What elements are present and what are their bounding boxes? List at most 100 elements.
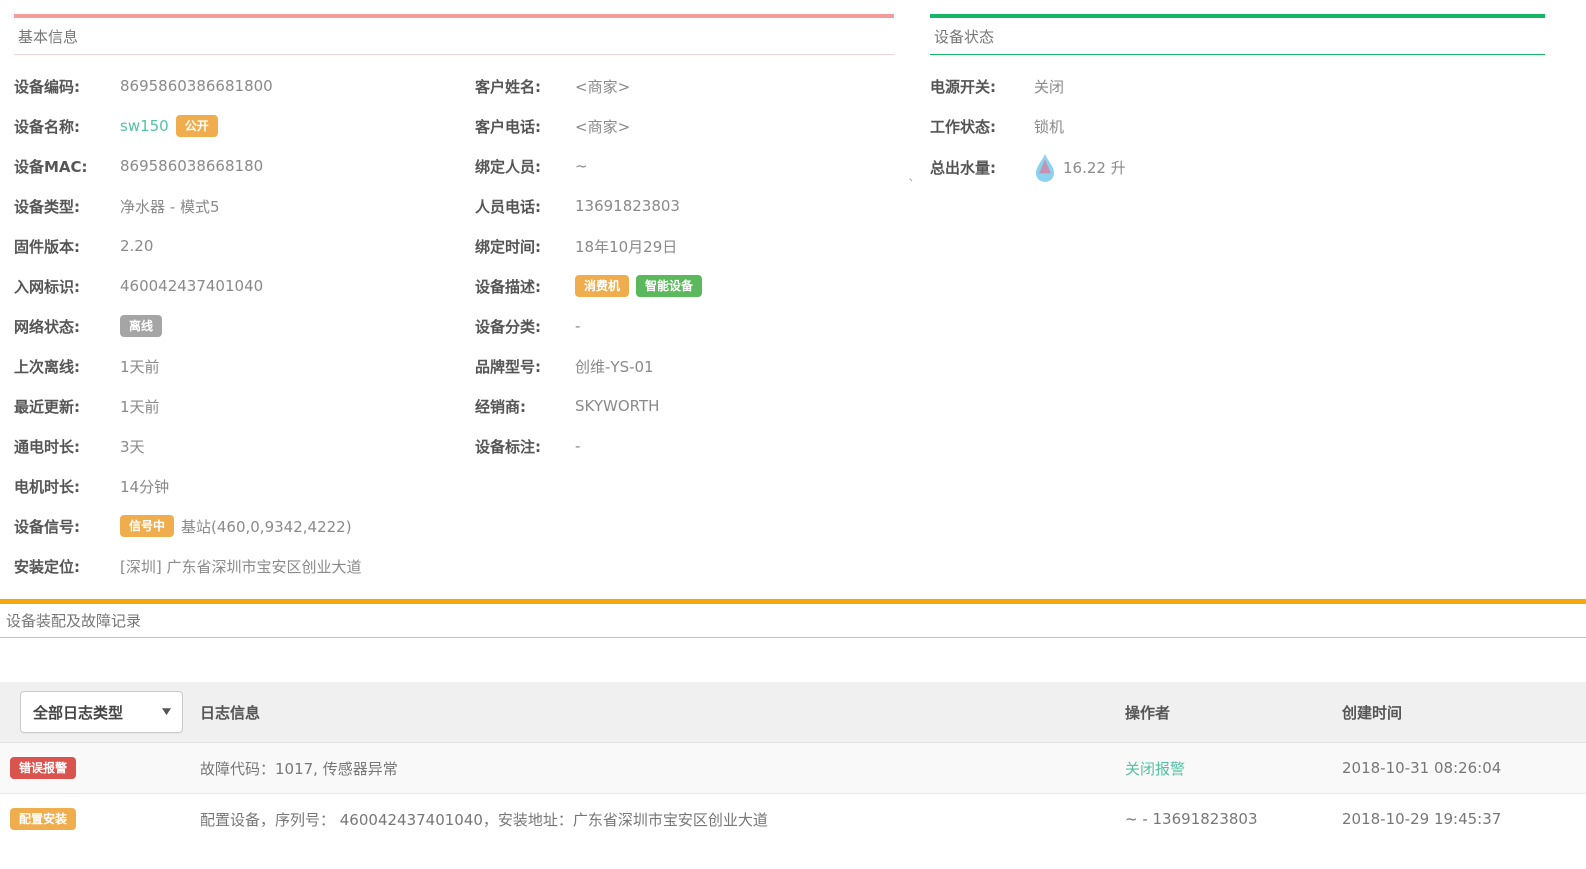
field-row: 品牌型号:创维-YS-01 bbox=[475, 353, 894, 379]
field-value: SKYWORTH bbox=[575, 397, 659, 415]
field-label: 绑定时间: bbox=[475, 236, 575, 257]
field-value-text: - bbox=[575, 317, 580, 335]
field-label: 入网标识: bbox=[14, 276, 120, 297]
field-row: 最近更新:1天前 bbox=[14, 393, 475, 419]
field-row: 设备MAC:869586038668180 bbox=[14, 153, 475, 179]
field-value: 消费机智能设备 bbox=[575, 275, 702, 297]
field-value: [深圳] 广东省深圳市宝安区创业大道 bbox=[120, 556, 361, 577]
field-row: 入网标识:460042437401040 bbox=[14, 273, 475, 299]
field-row: 客户电话:<商家> bbox=[475, 113, 894, 139]
field-value: 460042437401040 bbox=[120, 277, 263, 295]
field-value: 关闭 bbox=[1034, 76, 1064, 97]
field-row: 人员电话:13691823803 bbox=[475, 193, 894, 219]
field-value: sw150 公开 bbox=[120, 115, 218, 137]
chevron-down-icon: ▼ bbox=[162, 707, 171, 717]
field-row: 电机时长:14分钟 bbox=[14, 473, 475, 499]
field-label: 通电时长: bbox=[14, 436, 120, 457]
log-table-header: 全部日志类型 ▼ 日志信息 操作者 创建时间 bbox=[0, 682, 1586, 743]
field-value-text: 8695860386681800 bbox=[120, 77, 273, 95]
field-value-text: 14分钟 bbox=[120, 476, 169, 497]
field-label: 设备分类: bbox=[475, 316, 575, 337]
field-value: 869586038668180 bbox=[120, 157, 263, 175]
log-rows: 错误报警 故障代码：1017, 传感器异常关闭报警 2018-10-31 08:26… bbox=[0, 743, 1586, 844]
device-status-title: 设备状态 bbox=[930, 18, 1545, 55]
water-drop-icon bbox=[1034, 153, 1056, 182]
public-badge: 公开 bbox=[176, 115, 218, 137]
created-time: 2018-10-31 08:26:04 bbox=[1332, 759, 1586, 777]
field-value-text: 869586038668180 bbox=[120, 157, 263, 175]
operator-text: ~ - 13691823803 bbox=[1115, 810, 1332, 828]
log-type-filter-dropdown[interactable]: 全部日志类型 ▼ bbox=[20, 691, 183, 733]
field-value: 净水器 - 模式5 bbox=[120, 196, 220, 217]
field-row: 网络状态:离线 bbox=[14, 313, 475, 339]
field-value: 3天 bbox=[120, 436, 145, 457]
field-label: 绑定人员: bbox=[475, 156, 575, 177]
field-label: 电源开关: bbox=[930, 76, 1034, 97]
field-value-text: 460042437401040 bbox=[120, 277, 263, 295]
field-value-text: 关闭 bbox=[1034, 76, 1064, 97]
field-row: 设备信号:信号中基站(460,0,9342,4222) bbox=[14, 513, 475, 539]
field-label: 电机时长: bbox=[14, 476, 120, 497]
smart-device-badge: 智能设备 bbox=[636, 275, 702, 297]
field-value-text: 1天前 bbox=[120, 356, 160, 377]
field-value: 锁机 bbox=[1034, 116, 1064, 137]
field-label: 设备描述: bbox=[475, 276, 575, 297]
field-value-text: 13691823803 bbox=[575, 197, 680, 215]
field-row: 绑定人员:~ bbox=[475, 153, 894, 179]
log-table-row: 配置安装配置设备，序列号： 460042437401040，安装地址：广东省深圳… bbox=[0, 794, 1586, 844]
field-label: 网络状态: bbox=[14, 316, 120, 337]
field-label: 安装定位: bbox=[14, 556, 120, 577]
log-message: 故障代码：1017, 传感器异常 bbox=[190, 758, 1115, 779]
field-value-text: 3天 bbox=[120, 436, 145, 457]
consumer-machine-badge: 消费机 bbox=[575, 275, 629, 297]
field-row: 上次离线:1天前 bbox=[14, 353, 475, 379]
field-value-text: ~ bbox=[575, 157, 588, 175]
fault-log-title: 设备装配及故障记录 bbox=[0, 604, 1586, 638]
column-header-operator: 操作者 bbox=[1115, 702, 1332, 723]
log-table: 全部日志类型 ▼ 日志信息 操作者 创建时间 错误报警 故障代码：1017, 传感… bbox=[0, 682, 1586, 844]
stray-mark: ` bbox=[908, 178, 915, 194]
field-label: 设备信号: bbox=[14, 516, 120, 537]
field-row: 设备类型:净水器 - 模式5 bbox=[14, 193, 475, 219]
field-label: 设备编码: bbox=[14, 76, 120, 97]
field-row: 设备编码:8695860386681800 bbox=[14, 73, 475, 99]
config-install-badge: 配置安装 bbox=[10, 808, 76, 830]
field-row: 总出水量: 16.22 升 bbox=[930, 153, 1545, 182]
field-value: - bbox=[575, 437, 580, 455]
field-value-text: [深圳] 广东省深圳市宝安区创业大道 bbox=[120, 556, 361, 577]
field-value-text: 基站(460,0,9342,4222) bbox=[181, 516, 352, 537]
field-value: 2.20 bbox=[120, 237, 153, 255]
field-label: 设备MAC: bbox=[14, 156, 120, 177]
column-header-log-info: 日志信息 bbox=[190, 702, 1115, 723]
device-status-fields: 电源开关:关闭工作状态:锁机总出水量: 16.22 升 bbox=[930, 55, 1545, 182]
field-label: 设备标注: bbox=[475, 436, 575, 457]
field-value: ~ bbox=[575, 157, 588, 175]
close-alarm-link[interactable]: 关闭报警 bbox=[1125, 760, 1185, 778]
field-label: 设备类型: bbox=[14, 196, 120, 217]
basic-info-left-column: 设备编码:8695860386681800设备名称:sw150公开设备MAC:8… bbox=[14, 73, 475, 593]
field-row: 安装定位:[深圳] 广东省深圳市宝安区创业大道 bbox=[14, 553, 475, 579]
field-label: 客户姓名: bbox=[475, 76, 575, 97]
basic-info-middle-column: 客户姓名:<商家>客户电话:<商家>绑定人员:~人员电话:13691823803… bbox=[475, 73, 894, 593]
field-value: 1天前 bbox=[120, 396, 160, 417]
field-value: - bbox=[575, 317, 580, 335]
field-row: 通电时长:3天 bbox=[14, 433, 475, 459]
field-value-text: 净水器 - 模式5 bbox=[120, 196, 220, 217]
field-value: 信号中基站(460,0,9342,4222) bbox=[120, 515, 352, 537]
field-row: 工作状态:锁机 bbox=[930, 113, 1545, 139]
field-value-text: 16.22 升 bbox=[1063, 157, 1126, 178]
field-value: 创维-YS-01 bbox=[575, 356, 654, 377]
log-type-filter-value: 全部日志类型 bbox=[33, 702, 123, 723]
field-label: 总出水量: bbox=[930, 157, 1034, 178]
field-value-text: 18年10月29日 bbox=[575, 236, 677, 257]
field-value-text: 创维-YS-01 bbox=[575, 356, 654, 377]
error-alarm-badge: 错误报警 bbox=[10, 757, 76, 779]
field-label: 最近更新: bbox=[14, 396, 120, 417]
field-value-text: - bbox=[575, 437, 580, 455]
field-value: 14分钟 bbox=[120, 476, 169, 497]
field-row: 固件版本:2.20 bbox=[14, 233, 475, 259]
signal-badge: 信号中 bbox=[120, 515, 174, 537]
device-name-link[interactable]: sw150 bbox=[120, 117, 169, 135]
field-label: 客户电话: bbox=[475, 116, 575, 137]
field-label: 上次离线: bbox=[14, 356, 120, 377]
